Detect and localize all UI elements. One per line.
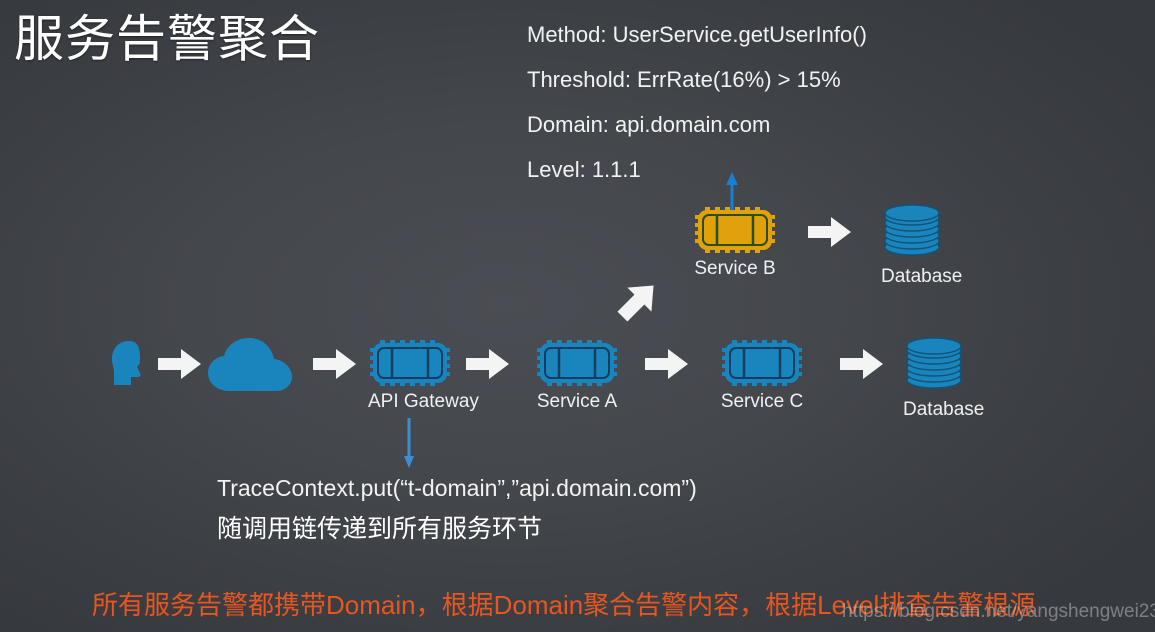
node-database-top[interactable]: Database (881, 199, 963, 288)
arrow-right-icon (645, 347, 689, 381)
cloud-icon (207, 337, 293, 393)
arrow-right-icon (466, 347, 510, 381)
node-service-c[interactable]: Service C (720, 340, 804, 413)
alert-line-method: Method: UserService.getUserInfo() (527, 22, 867, 47)
node-service-a[interactable]: Service A (535, 340, 619, 413)
node-label-database-main: Database (903, 399, 985, 420)
node-api-gateway[interactable]: API Gateway (368, 340, 479, 413)
database-icon (903, 332, 965, 394)
node-label-database-top: Database (881, 266, 963, 287)
node-label-service-a: Service A (536, 391, 618, 412)
service-ticket-icon (695, 207, 775, 253)
database-icon (881, 199, 943, 261)
arrow-right-icon (313, 347, 357, 381)
trace-context-note: TraceContext.put(“t-domain”,”api.domain.… (217, 475, 697, 501)
arrow-down-line-icon (399, 418, 419, 468)
arrow-right-icon (808, 215, 852, 249)
service-ticket-icon (370, 340, 450, 386)
service-ticket-icon (537, 340, 617, 386)
node-service-b[interactable]: Service B (693, 207, 777, 280)
alert-line-domain: Domain: api.domain.com (527, 112, 771, 137)
chain-propagation-note: 随调用链传递到所有服务环节 (217, 515, 543, 543)
arrow-right-icon (158, 347, 202, 381)
node-database-main[interactable]: Database (903, 332, 985, 421)
slide-canvas: 服务告警聚合 Method: UserService.getUserInfo()… (0, 0, 1155, 632)
arrow-diagonal-up-right-icon (614, 277, 662, 325)
page-title: 服务告警聚合 (14, 11, 320, 67)
node-label-service-b: Service B (694, 258, 776, 279)
alert-line-threshold: Threshold: ErrRate(16%) > 15% (527, 67, 841, 92)
node-label-service-c: Service C (720, 391, 804, 412)
node-cloud[interactable] (207, 337, 293, 393)
node-user[interactable] (108, 339, 148, 389)
node-label-api-gateway: API Gateway (368, 391, 479, 412)
alert-info-block: Method: UserService.getUserInfo() Thresh… (527, 12, 957, 192)
arrow-right-icon (840, 347, 884, 381)
user-head-icon (108, 339, 148, 389)
watermark-text: https://blog.csdn.net/yangshengwei230612 (842, 601, 1155, 622)
service-ticket-icon (722, 340, 802, 386)
